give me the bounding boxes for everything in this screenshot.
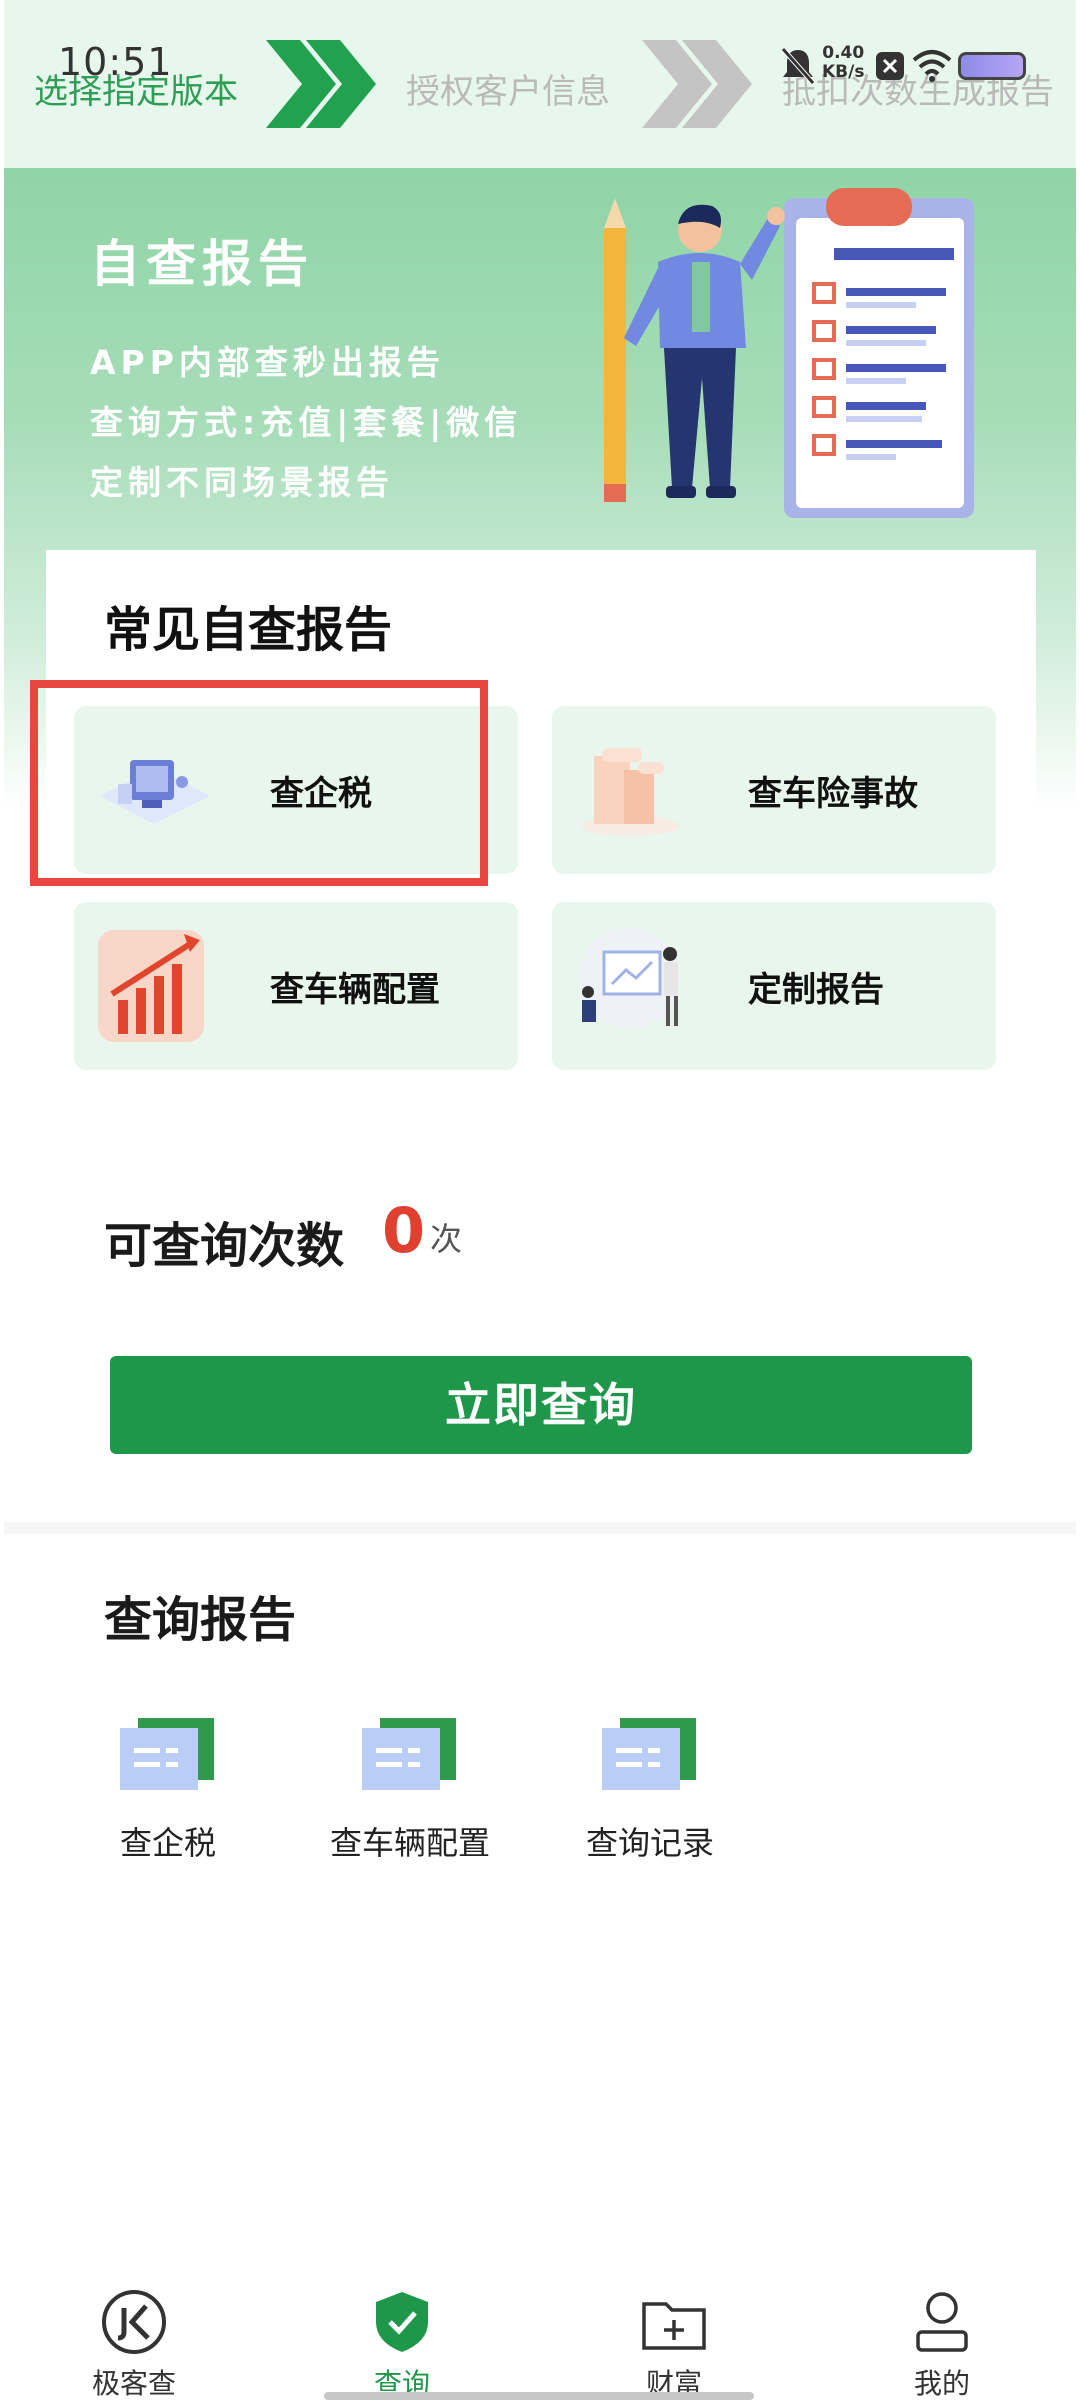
hero-line: 定制不同场景报告	[90, 463, 394, 502]
man-with-pencil-and-checklist-illustration	[604, 188, 974, 518]
hero-line: 查询方式:充值|套餐|微信	[90, 403, 523, 442]
tile-label: 定制报告	[748, 970, 884, 1010]
nav-label: 极客查	[91, 2367, 176, 2400]
shield-check-icon	[376, 2292, 428, 2352]
report-item-vehicle-config[interactable]: 查车辆配置	[320, 1718, 500, 1878]
bottom-nav: 极客查 查询 财富 我的	[0, 2270, 1080, 2408]
bar-chart-illustration	[98, 930, 204, 1042]
network-speed: 0.40 KB/s	[822, 43, 865, 82]
chevron-double-right-icon	[642, 40, 752, 128]
hero-title: 自查报告	[90, 235, 314, 293]
selection-highlight-box	[30, 680, 488, 886]
nav-tab-mine[interactable]: 我的	[862, 2288, 1022, 2400]
tile-label: 查车险事故	[748, 774, 918, 814]
user-icon	[916, 2292, 968, 2352]
tile-custom-report[interactable]: 定制报告	[552, 902, 996, 1070]
report-item-label: 查车辆配置	[329, 1824, 490, 1862]
sim-x-icon	[876, 52, 904, 80]
report-item-label: 查询记录	[585, 1824, 714, 1862]
jk-logo-icon	[102, 2290, 166, 2354]
bell-muted-icon	[781, 47, 815, 85]
nav-tab-query[interactable]: 查询	[322, 2288, 482, 2400]
tile-label: 查车辆配置	[270, 970, 440, 1010]
query-count-unit: 次	[430, 1220, 463, 1258]
report-item-label: 查企税	[119, 1824, 216, 1862]
nav-tab-jikecha[interactable]: 极客查	[54, 2288, 214, 2400]
battery-icon	[958, 52, 1026, 80]
report-card-icon	[120, 1718, 214, 1790]
report-item-query-history[interactable]: 查询记录	[560, 1718, 740, 1878]
query-reports-title: 查询报告	[104, 1592, 297, 1648]
nav-tab-wealth[interactable]: 财富	[594, 2288, 754, 2400]
tile-vehicle-config[interactable]: 查车辆配置	[74, 902, 518, 1070]
wifi-icon	[912, 50, 952, 82]
query-count-label: 可查询次数	[104, 1218, 345, 1274]
report-card-icon	[602, 1718, 696, 1790]
tile-car-insurance-accident[interactable]: 查车险事故	[552, 706, 996, 874]
report-card-icon	[362, 1718, 456, 1790]
report-item-enterprise-tax[interactable]: 查企税	[78, 1718, 258, 1878]
hero-line: APP内部查秒出报告	[90, 343, 445, 382]
query-count-value: 0	[382, 1194, 426, 1267]
home-indicator[interactable]	[324, 2392, 754, 2400]
nav-label: 我的	[913, 2367, 970, 2400]
section-title: 常见自查报告	[104, 602, 393, 658]
car-insurance-illustration	[580, 748, 680, 836]
step-authorize-customer: 授权客户信息	[406, 72, 610, 112]
presentation-illustration	[580, 928, 680, 1028]
query-now-button[interactable]: 立即查询	[110, 1356, 972, 1454]
section-divider	[4, 1522, 1076, 1534]
status-time: 10:51	[58, 40, 173, 84]
folder-plus-icon	[642, 2302, 706, 2350]
status-icons: 0.40 KB/s	[780, 38, 1070, 94]
step-progress-bar: 选择指定版本 授权客户信息 抵扣次数生成报告 10:51 0.40 KB/s	[4, 0, 1076, 168]
chevron-double-right-icon	[266, 40, 376, 128]
